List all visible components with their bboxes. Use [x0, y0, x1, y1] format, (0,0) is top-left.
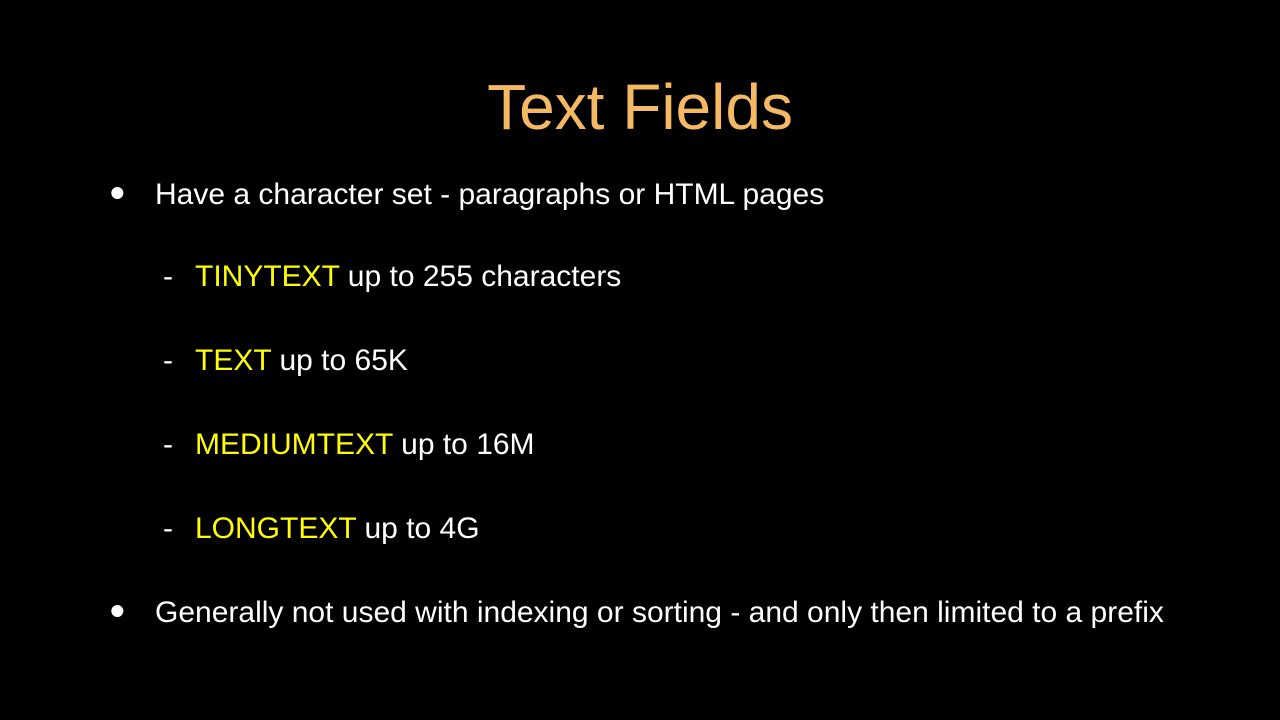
slide-title: Text Fields	[90, 70, 1190, 144]
bullet-dot-icon: •	[110, 164, 125, 223]
sub-item: - TINYTEXT up to 255 characters	[155, 256, 1190, 298]
keyword: MEDIUMTEXT	[195, 428, 393, 461]
sub-text: up to 4G	[356, 512, 479, 545]
dash-icon: -	[163, 424, 173, 466]
bullet-text: Have a character set - paragraphs or HTM…	[155, 178, 824, 211]
sub-item: - MEDIUMTEXT up to 16M	[155, 424, 1190, 466]
keyword: TEXT	[195, 344, 271, 377]
sub-list: - TINYTEXT up to 255 characters - TEXT u…	[155, 256, 1190, 550]
slide-container: Text Fields • Have a character set - par…	[0, 0, 1280, 720]
bullet-list: • Have a character set - paragraphs or H…	[90, 174, 1190, 634]
dash-icon: -	[163, 508, 173, 550]
sub-item: - TEXT up to 65K	[155, 340, 1190, 382]
sub-text: up to 16M	[393, 428, 535, 461]
keyword: TINYTEXT	[195, 260, 339, 293]
sub-text: up to 255 characters	[339, 260, 621, 293]
bullet-text: Generally not used with indexing or sort…	[155, 596, 1164, 629]
bullet-item: • Have a character set - paragraphs or H…	[110, 174, 1190, 550]
dash-icon: -	[163, 340, 173, 382]
bullet-item: • Generally not used with indexing or so…	[110, 592, 1190, 634]
keyword: LONGTEXT	[195, 512, 356, 545]
sub-item: - LONGTEXT up to 4G	[155, 508, 1190, 550]
dash-icon: -	[163, 256, 173, 298]
bullet-dot-icon: •	[110, 582, 125, 641]
sub-text: up to 65K	[271, 344, 408, 377]
